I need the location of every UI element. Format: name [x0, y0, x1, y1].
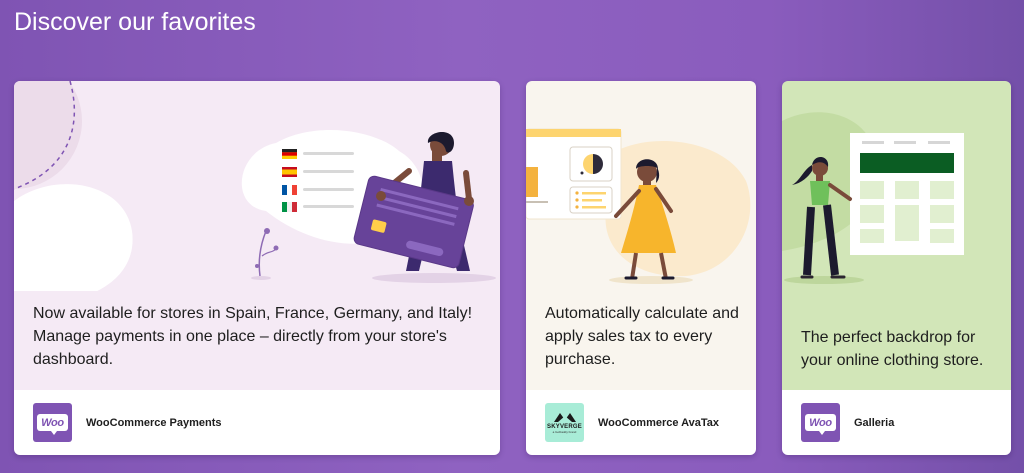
card-footer[interactable]: SKYVERGE a GoDaddy brand WooCommerce Ava…: [526, 390, 756, 455]
card-footer[interactable]: Woo Galleria: [782, 390, 1011, 455]
avatax-illustration: [526, 128, 751, 284]
card-description: Automatically calculate and apply sales …: [545, 305, 739, 368]
card-footer[interactable]: Woo WooCommerce Payments: [14, 390, 500, 455]
section-title: Discover our favorites: [14, 8, 256, 36]
product-name[interactable]: WooCommerce AvaTax: [598, 417, 719, 429]
card-description: The perfect backdrop for your online clo…: [801, 329, 984, 369]
skyverge-logo-icon: SKYVERGE a GoDaddy brand: [545, 403, 584, 442]
card-description: Now available for stores in Spain, Franc…: [33, 305, 473, 368]
galleria-illustration: [782, 112, 964, 284]
product-name[interactable]: Galleria: [854, 417, 894, 429]
product-card-woocommerce-payments[interactable]: Now available for stores in Spain, Franc…: [14, 81, 500, 455]
skyverge-mark-icon: [553, 413, 576, 422]
product-card-galleria[interactable]: The perfect backdrop for your online clo…: [782, 81, 1011, 455]
woo-logo-icon: Woo: [33, 403, 72, 442]
product-name[interactable]: WooCommerce Payments: [86, 417, 222, 429]
product-card-woocommerce-avatax[interactable]: Automatically calculate and apply sales …: [526, 81, 756, 455]
payments-illustration: [14, 81, 496, 291]
woo-logo-icon: Woo: [801, 403, 840, 442]
